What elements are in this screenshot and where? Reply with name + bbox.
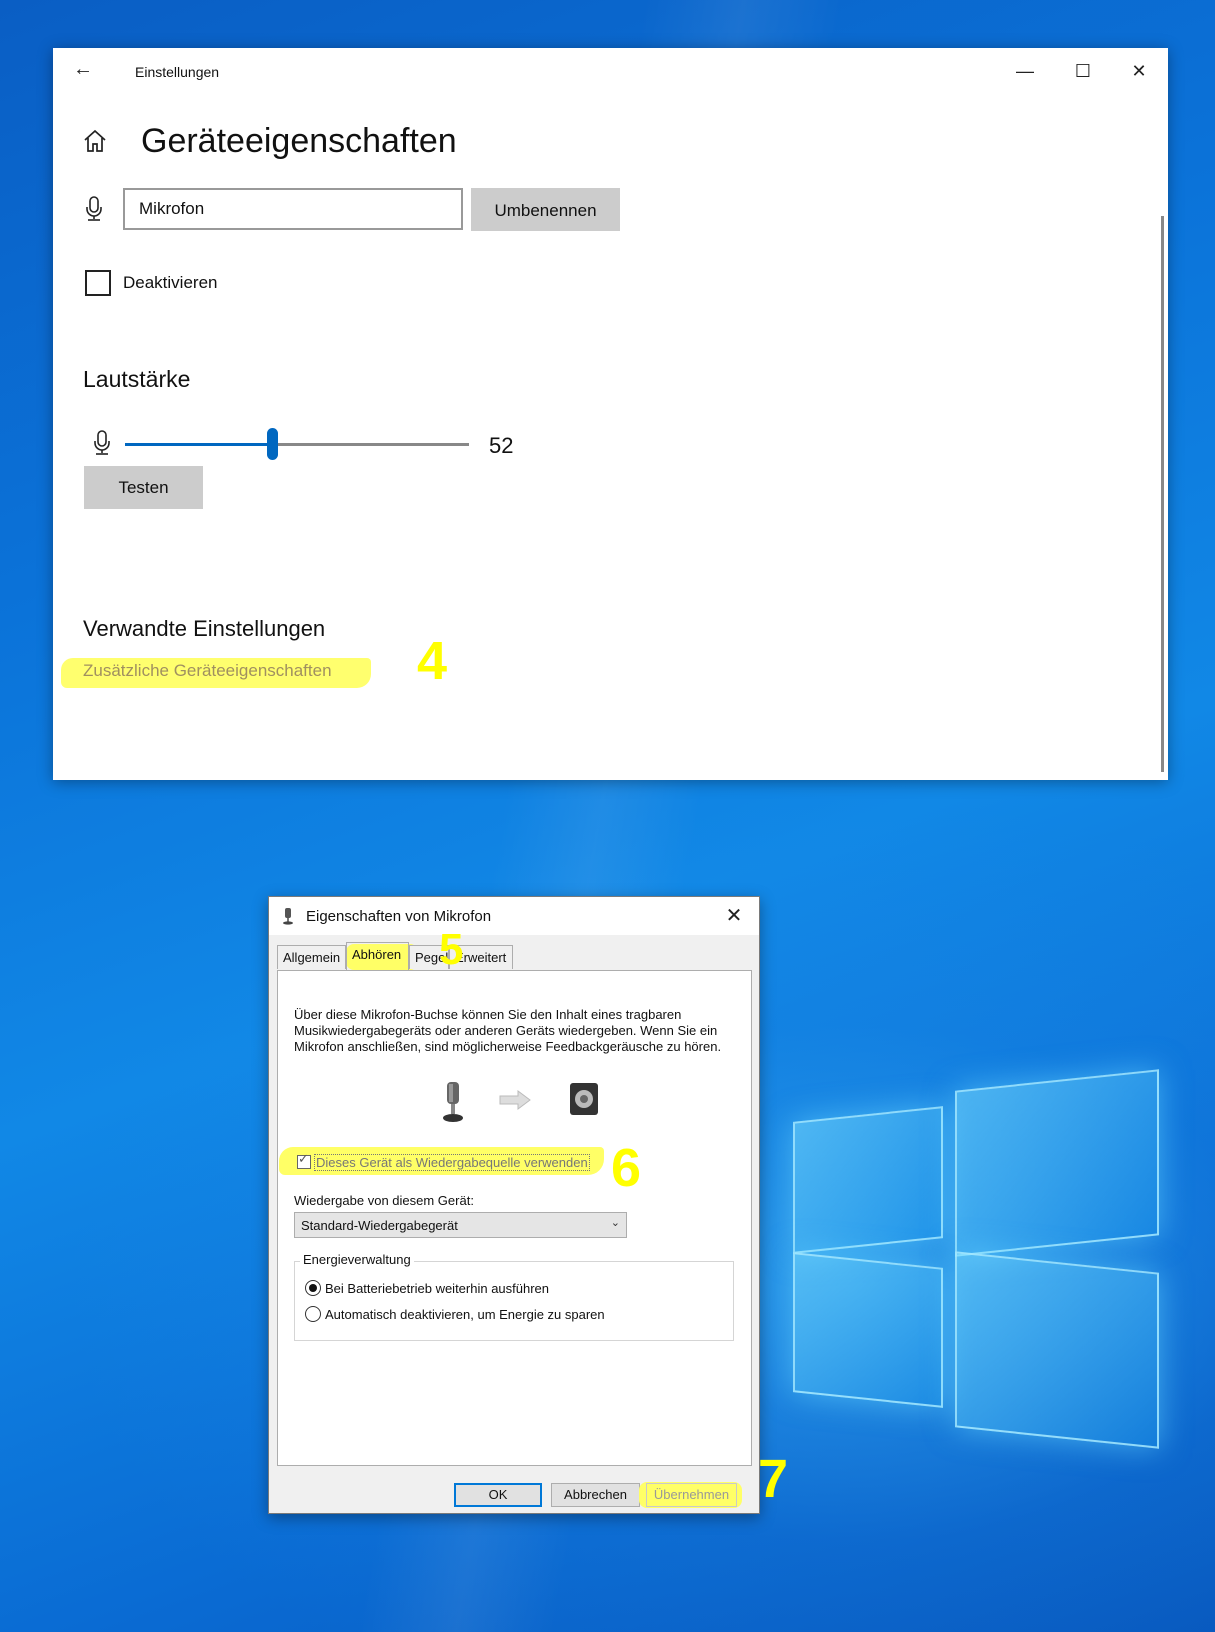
rename-button[interactable]: Umbenennen: [471, 188, 620, 231]
minimize-icon[interactable]: —: [1005, 56, 1045, 86]
test-button[interactable]: Testen: [84, 466, 203, 509]
tab-general[interactable]: Allgemein: [277, 945, 346, 969]
home-icon[interactable]: [83, 128, 107, 154]
radio-selected-dot: [309, 1284, 317, 1292]
properties-dialog: Eigenschaften von Mikrofon ✕ Allgemein A…: [268, 896, 760, 1514]
close-icon[interactable]: ✕: [719, 903, 749, 928]
step-number-7: 7: [758, 1449, 789, 1509]
related-settings-heading: Verwandte Einstellungen: [83, 616, 326, 641]
playback-device-label: Wiedergabe von diesem Gerät:: [294, 1193, 474, 1208]
checkmark-icon: ✓: [298, 1151, 309, 1166]
playback-device-value: Standard-Wiedergabegerät: [301, 1218, 458, 1233]
disable-checkbox[interactable]: [85, 270, 111, 296]
dialog-title: Eigenschaften von Mikrofon: [306, 908, 492, 925]
tab-listen[interactable]: Abhören: [346, 942, 409, 970]
microphone-icon: [94, 430, 110, 455]
microphone-icon: [443, 1082, 463, 1122]
dialog-title-bar: Eigenschaften von Mikrofon ✕: [269, 897, 759, 935]
description-text: Über diese Mikrofon-Buchse können Sie de…: [294, 1007, 722, 1054]
app-title: Einstellungen: [135, 64, 220, 80]
power-management-group: [294, 1261, 734, 1341]
step-number-6: 6: [611, 1138, 642, 1198]
device-name-input[interactable]: Mikrofon: [123, 188, 463, 230]
slider-thumb[interactable]: [267, 428, 278, 460]
settings-window: ← Einstellungen — ☐ ✕ Geräteeigenschafte…: [53, 48, 1168, 780]
apply-button[interactable]: Übernehmen: [646, 1483, 737, 1507]
disable-label: Deaktivieren: [123, 273, 218, 292]
microphone-icon: [283, 908, 293, 925]
title-bar: ← Einstellungen — ☐ ✕: [53, 48, 1168, 96]
speaker-icon: [570, 1083, 598, 1115]
chevron-down-icon: ⌄: [610, 1217, 620, 1229]
radio-auto-disable-label: Automatisch deaktivieren, um Energie zu …: [325, 1307, 605, 1322]
ok-button[interactable]: OK: [454, 1483, 542, 1507]
scrollbar[interactable]: [1161, 216, 1164, 772]
slider-track-empty[interactable]: [273, 443, 469, 446]
arrow-right-icon: [499, 1090, 531, 1110]
volume-value: 52: [489, 433, 514, 458]
maximize-icon[interactable]: ☐: [1063, 56, 1103, 86]
additional-properties-link[interactable]: Zusätzliche Geräteeigenschaften: [83, 661, 332, 681]
slider-track-filled[interactable]: [125, 443, 273, 446]
step-number-4: 4: [417, 631, 448, 691]
radio-keep-running-label: Bei Batteriebetrieb weiterhin ausführen: [325, 1281, 550, 1296]
back-arrow-icon[interactable]: ←: [73, 58, 93, 81]
power-management-label: Energieverwaltung: [300, 1252, 414, 1267]
close-icon[interactable]: ✕: [1119, 56, 1159, 86]
cancel-button[interactable]: Abbrechen: [551, 1483, 640, 1507]
use-as-playback-label: Dieses Gerät als Wiedergabequelle verwen…: [314, 1154, 590, 1171]
microphone-icon: [86, 196, 102, 221]
step-number-5: 5: [439, 925, 464, 974]
radio-auto-disable[interactable]: [305, 1306, 321, 1322]
volume-heading: Lautstärke: [83, 366, 191, 392]
radio-keep-running[interactable]: [305, 1280, 321, 1296]
page-title: Geräteeigenschaften: [141, 122, 457, 160]
playback-device-select[interactable]: Standard-Wiedergabegerät ⌄: [294, 1212, 627, 1238]
